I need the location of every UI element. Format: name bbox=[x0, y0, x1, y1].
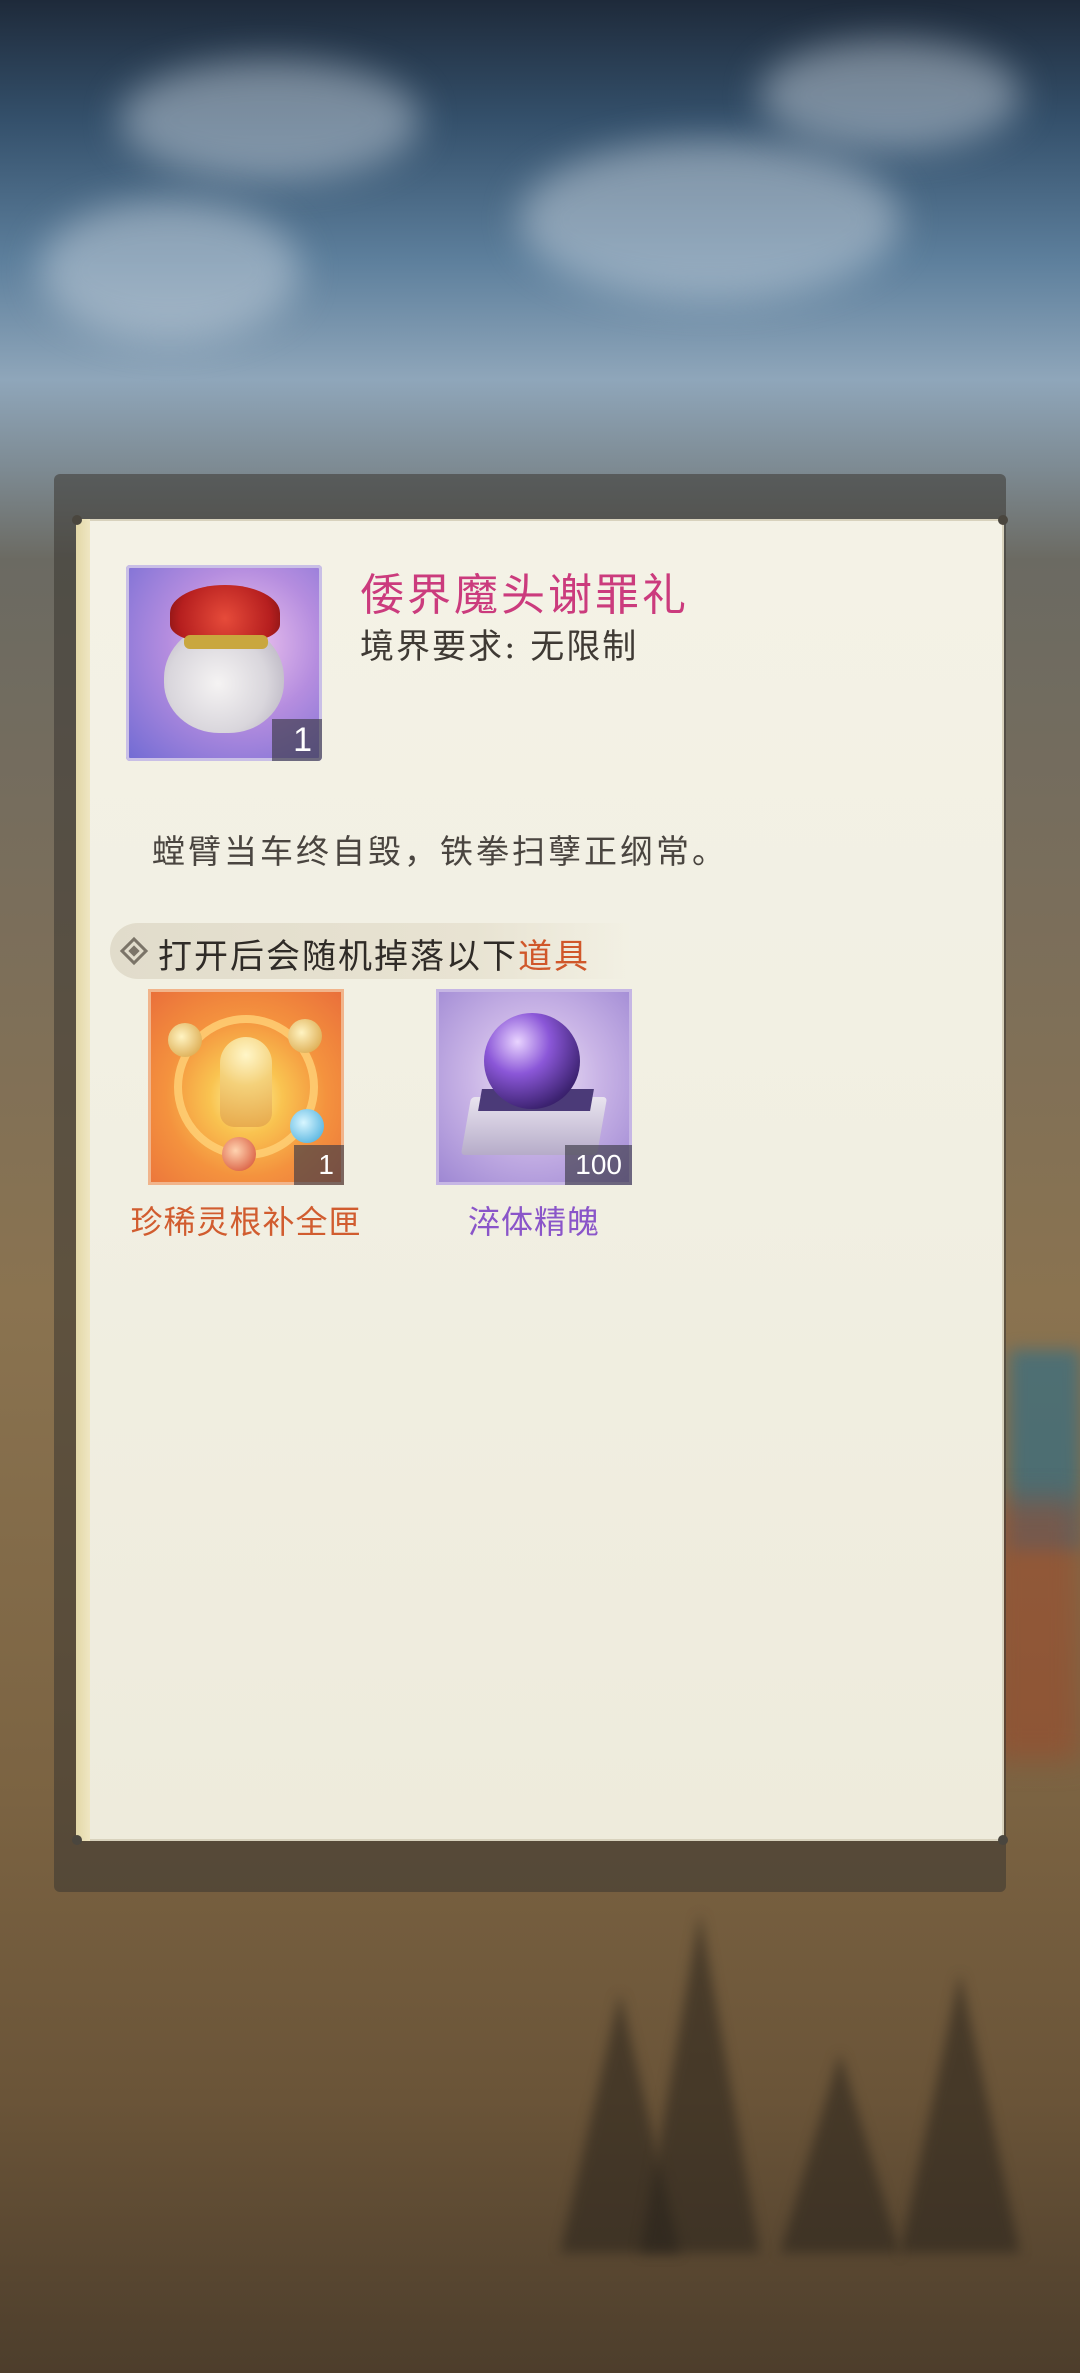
meditating-figure-icon[interactable]: 1 bbox=[148, 989, 344, 1185]
drop-count-badge: 100 bbox=[565, 1145, 632, 1185]
item-count-badge: 1 bbox=[272, 719, 322, 761]
drop-item[interactable]: 100 淬体精魄 bbox=[436, 989, 632, 1241]
requirement-value: 无限制 bbox=[530, 627, 639, 667]
item-title: 倭界魔头谢罪礼 bbox=[360, 570, 689, 621]
corner-ornament bbox=[72, 515, 82, 525]
requirement-label: 境界要求: bbox=[360, 627, 518, 667]
corner-ornament bbox=[998, 515, 1008, 525]
drop-count-badge: 1 bbox=[294, 1145, 344, 1185]
purple-orb-pedestal-icon[interactable]: 100 bbox=[436, 989, 632, 1185]
drop-item-name: 淬体精魄 bbox=[467, 1203, 600, 1241]
drop-header-highlight: 道具 bbox=[518, 937, 590, 977]
item-detail-panel: 1 倭界魔头谢罪礼 境界要求: 无限制 螳臂当车终自毁，铁拳扫孽正纲常。 打开后… bbox=[72, 515, 1008, 1845]
corner-ornament bbox=[998, 1835, 1008, 1845]
corner-ornament bbox=[72, 1835, 82, 1845]
item-description: 螳臂当车终自毁，铁拳扫孽正纲常。 bbox=[152, 832, 728, 871]
diamond-bullet-icon bbox=[119, 936, 149, 966]
gift-bag-icon: 1 bbox=[126, 565, 322, 761]
drop-item-name: 珍稀灵根补全匣 bbox=[130, 1203, 362, 1241]
drop-header-text: 打开后会随机掉落以下 bbox=[158, 937, 518, 977]
panel-spine bbox=[76, 519, 90, 1841]
drop-item[interactable]: 1 珍稀灵根补全匣 bbox=[130, 989, 361, 1241]
requirement-row: 境界要求: 无限制 bbox=[360, 619, 638, 668]
drop-list-header: 打开后会随机掉落以下道具 bbox=[110, 923, 630, 979]
